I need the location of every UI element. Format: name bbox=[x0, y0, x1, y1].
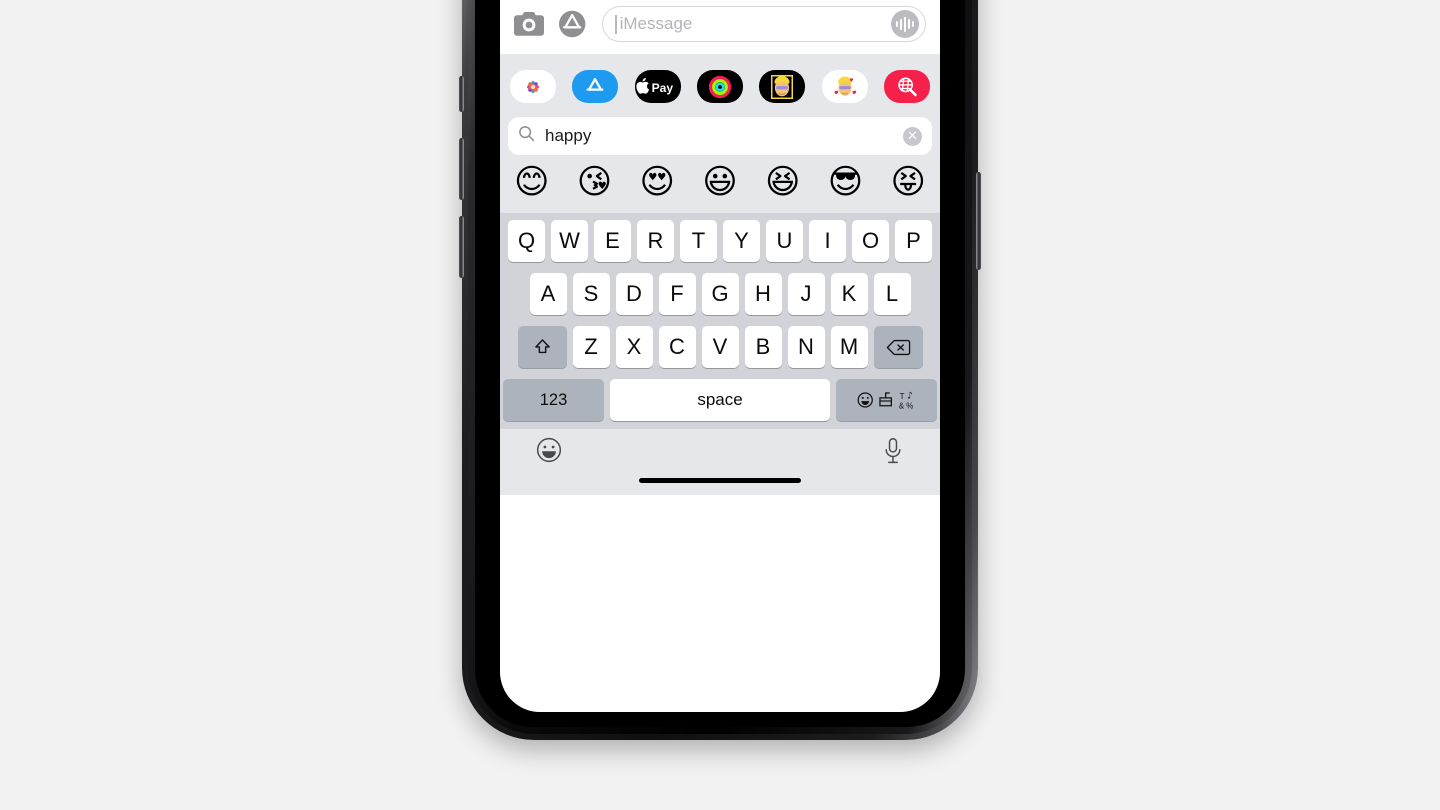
svg-text:T: T bbox=[899, 392, 904, 401]
volume-down-button[interactable] bbox=[459, 216, 464, 278]
key-m[interactable]: M bbox=[830, 326, 868, 368]
key-q[interactable]: Q bbox=[508, 220, 545, 262]
keyboard-row-4: 123 space T ♪ & % bbox=[503, 379, 937, 421]
onscreen-keyboard: Q W E R T Y U I O P A S D F G H J K L Z … bbox=[500, 213, 940, 429]
search-icon bbox=[518, 125, 535, 147]
emoji-result[interactable]: 😘 bbox=[577, 165, 612, 199]
key-i[interactable]: I bbox=[809, 220, 846, 262]
key-u[interactable]: U bbox=[766, 220, 803, 262]
emoji-result[interactable]: 😊 bbox=[514, 165, 549, 199]
key-p[interactable]: P bbox=[895, 220, 932, 262]
key-z[interactable]: Z bbox=[572, 326, 610, 368]
app-icon-memoji[interactable] bbox=[759, 70, 806, 103]
key-f[interactable]: F bbox=[658, 273, 696, 315]
key-e[interactable]: E bbox=[594, 220, 631, 262]
imessage-app-drawer: Pay bbox=[500, 54, 940, 117]
app-icon-images[interactable] bbox=[883, 70, 930, 103]
key-n[interactable]: N bbox=[787, 326, 825, 368]
key-d[interactable]: D bbox=[615, 273, 653, 315]
app-icon-apple-pay[interactable]: Pay bbox=[634, 70, 681, 103]
key-t[interactable]: T bbox=[680, 220, 717, 262]
key-o[interactable]: O bbox=[852, 220, 889, 262]
key-b[interactable]: B bbox=[744, 326, 782, 368]
text-caret bbox=[615, 14, 617, 34]
clear-icon[interactable]: ✕ bbox=[903, 126, 922, 146]
shift-icon[interactable] bbox=[517, 326, 567, 368]
app-icon-photos[interactable] bbox=[510, 70, 556, 103]
audio-waveform-icon[interactable] bbox=[891, 10, 919, 38]
power-button[interactable] bbox=[976, 172, 981, 270]
microphone-icon[interactable] bbox=[882, 437, 904, 470]
app-store-icon[interactable] bbox=[558, 9, 588, 39]
imessage-placeholder: iMessage bbox=[619, 14, 693, 33]
svg-text:%: % bbox=[906, 401, 913, 410]
numbers-key[interactable]: 123 bbox=[503, 379, 604, 421]
emoji-result[interactable]: 😃 bbox=[702, 165, 737, 199]
keyboard-row-1: Q W E R T Y U I O P bbox=[503, 220, 937, 262]
mute-switch[interactable] bbox=[459, 76, 464, 112]
key-k[interactable]: K bbox=[830, 273, 868, 315]
app-icon-app-store[interactable] bbox=[572, 70, 619, 103]
imessage-input-field[interactable]: iMessage bbox=[602, 6, 926, 42]
svg-text:♪: ♪ bbox=[907, 390, 913, 401]
message-input-bar: iMessage bbox=[500, 0, 940, 54]
key-c[interactable]: C bbox=[658, 326, 696, 368]
screenshot-stage: This is cool Delivered bbox=[0, 0, 1440, 810]
space-key[interactable]: space bbox=[610, 379, 830, 421]
key-s[interactable]: S bbox=[572, 273, 610, 315]
emoji-search-pane: happy ✕ 😊 😘 😍 😃 😆 😎 😝 bbox=[500, 117, 940, 213]
emoji-result[interactable]: 😝 bbox=[891, 165, 926, 199]
app-icon-memoji-stickers[interactable] bbox=[821, 70, 868, 103]
keyboard-row-3: Z X C V B N M bbox=[503, 326, 937, 368]
emoji-result[interactable]: 😎 bbox=[828, 165, 863, 199]
keyboard-row-2: A S D F G H J K L bbox=[503, 273, 937, 315]
app-icon-activity[interactable] bbox=[696, 70, 743, 103]
key-v[interactable]: V bbox=[701, 326, 739, 368]
home-indicator[interactable] bbox=[639, 478, 801, 483]
emoji-search-input[interactable]: happy bbox=[545, 126, 893, 146]
key-a[interactable]: A bbox=[529, 273, 567, 315]
svg-text:Pay: Pay bbox=[651, 81, 673, 95]
key-w[interactable]: W bbox=[551, 220, 588, 262]
keyboard-bottom-bar bbox=[500, 429, 940, 495]
emoji-result[interactable]: 😆 bbox=[765, 165, 800, 199]
svg-text:&: & bbox=[898, 401, 904, 410]
key-j[interactable]: J bbox=[787, 273, 825, 315]
key-y[interactable]: Y bbox=[723, 220, 760, 262]
key-x[interactable]: X bbox=[615, 326, 653, 368]
key-l[interactable]: L bbox=[873, 273, 911, 315]
key-g[interactable]: G bbox=[701, 273, 739, 315]
iphone-device-frame: This is cool Delivered bbox=[459, 0, 981, 740]
camera-icon[interactable] bbox=[514, 12, 544, 36]
key-h[interactable]: H bbox=[744, 273, 782, 315]
emoji-sticker-key-icon[interactable]: T ♪ & % bbox=[836, 379, 937, 421]
phone-screen: This is cool Delivered bbox=[500, 0, 940, 712]
emoji-results-row: 😊 😘 😍 😃 😆 😎 😝 bbox=[508, 155, 932, 207]
volume-up-button[interactable] bbox=[459, 138, 464, 200]
key-r[interactable]: R bbox=[637, 220, 674, 262]
delete-backspace-icon[interactable] bbox=[873, 326, 923, 368]
emoji-search-bar[interactable]: happy ✕ bbox=[508, 117, 932, 155]
emoji-smiley-icon[interactable] bbox=[536, 437, 562, 468]
emoji-result[interactable]: 😍 bbox=[640, 165, 675, 199]
